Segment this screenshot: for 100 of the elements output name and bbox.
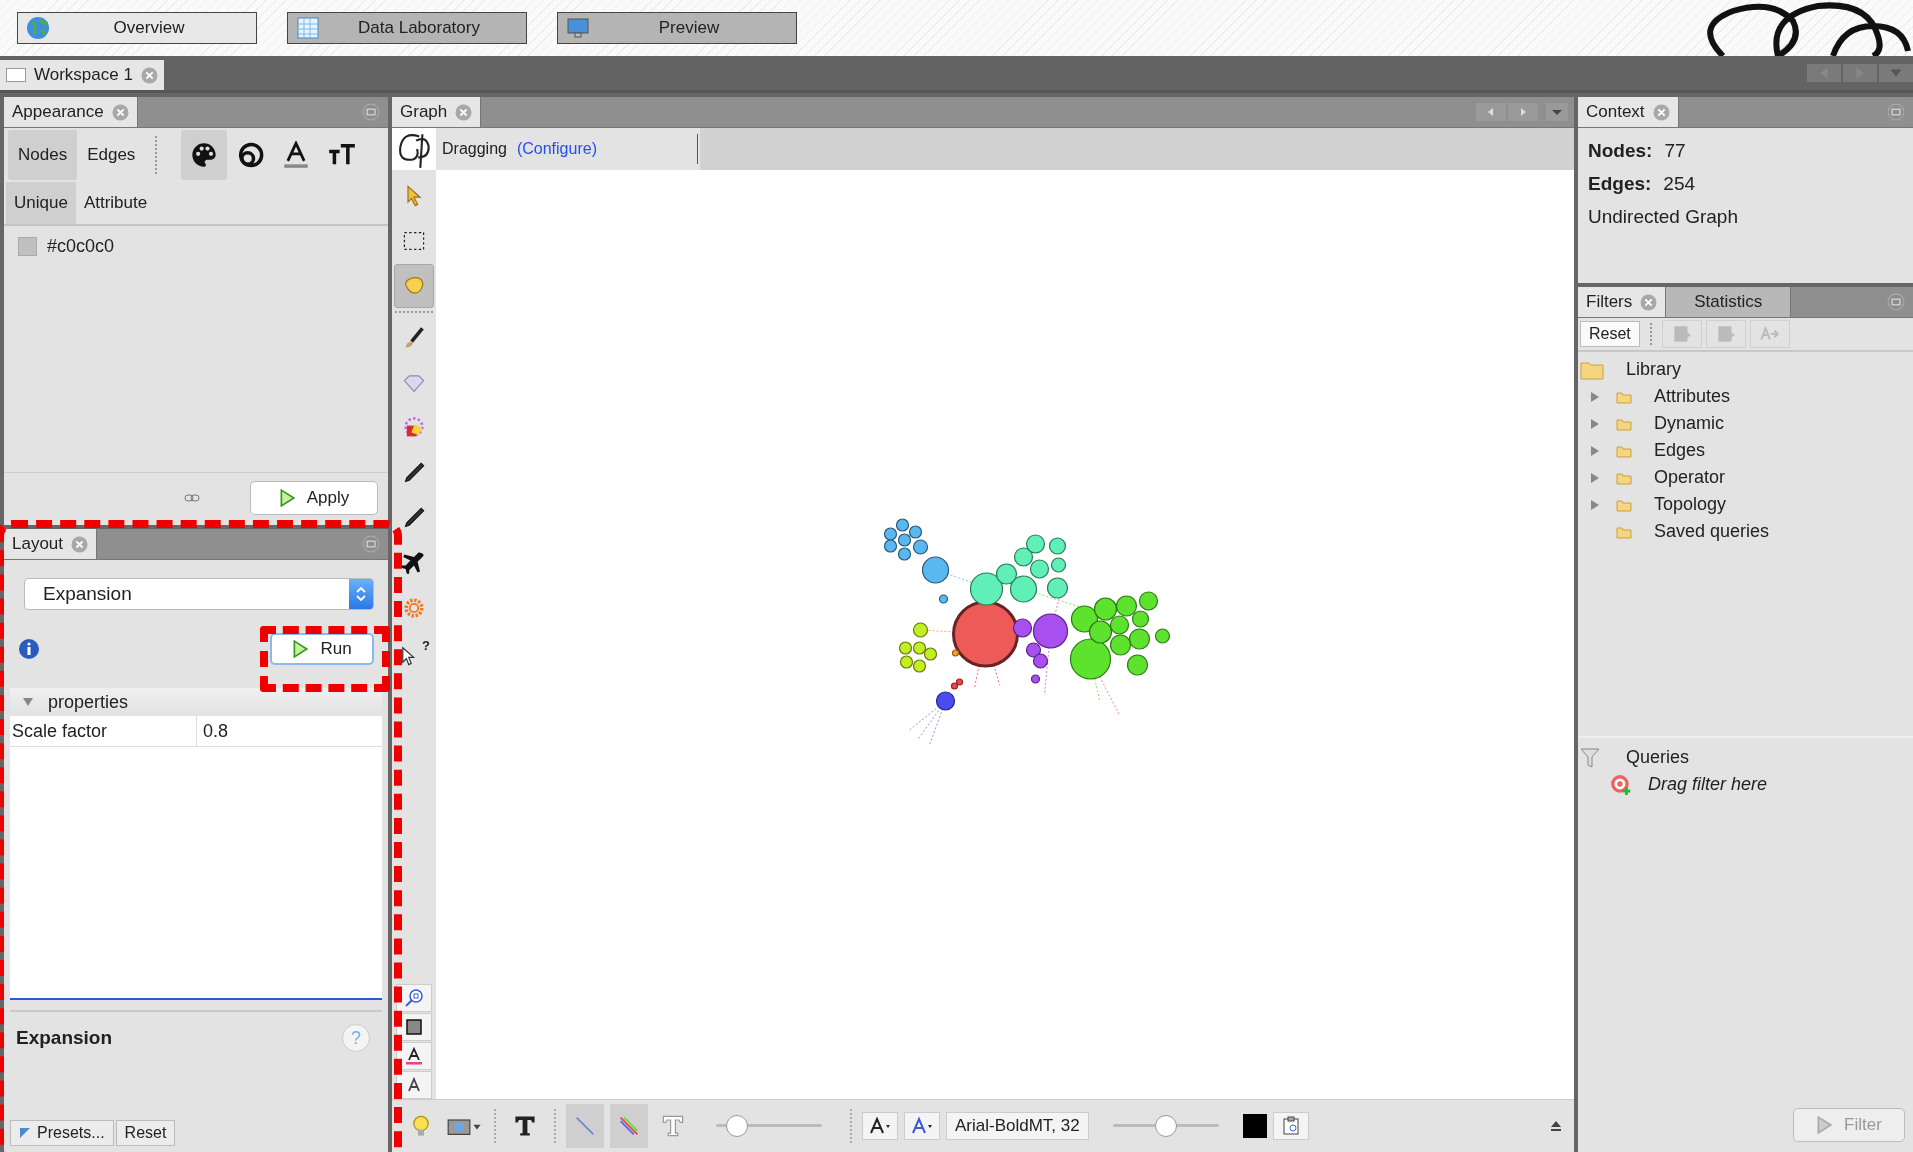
graph-node[interactable] (951, 649, 960, 657)
graph-node[interactable] (938, 594, 949, 604)
element-tab[interactable]: Nodes (8, 130, 78, 180)
property-value[interactable]: 0.8 (197, 716, 229, 746)
dropdown-icon[interactable] (1546, 103, 1568, 121)
perspective-button[interactable]: Data Laboratory (287, 12, 527, 44)
graph-node[interactable] (1046, 577, 1069, 599)
graph-node[interactable] (1050, 557, 1067, 573)
graph-node[interactable] (1025, 534, 1046, 554)
info-icon[interactable] (18, 638, 40, 660)
property-name: Scale factor (10, 716, 197, 746)
graph-node[interactable] (1093, 597, 1118, 621)
graph-node[interactable] (1128, 628, 1151, 650)
letter-underlined-icon (282, 141, 311, 169)
tree-item[interactable]: Topology (1654, 494, 1727, 515)
panel-tab[interactable]: Graph (392, 97, 482, 127)
font-selector[interactable]: Arial-BoldMT, 32 (946, 1112, 1089, 1140)
apply-button[interactable]: Apply (250, 481, 378, 515)
reset-button[interactable]: Reset (115, 1120, 176, 1146)
perspective-button[interactable]: Preview (557, 12, 797, 44)
graph-node[interactable] (1012, 618, 1033, 638)
reset-button[interactable]: Reset (1580, 321, 1640, 347)
graph-node[interactable] (1109, 615, 1130, 635)
graph-node[interactable] (1032, 653, 1049, 669)
graph-node[interactable] (1029, 559, 1050, 579)
graph-node[interactable] (1009, 575, 1038, 603)
font-decrease-button[interactable] (862, 1112, 898, 1140)
graph-node[interactable] (912, 622, 929, 638)
panel-tab[interactable]: Statistics (1666, 287, 1792, 317)
graph-node[interactable] (899, 655, 914, 669)
graph-node[interactable] (955, 678, 964, 686)
graph-node[interactable] (1154, 628, 1171, 644)
monitor-icon (566, 16, 590, 40)
graph-node[interactable] (1032, 613, 1069, 649)
workspace-tab[interactable]: Workspace 1 (0, 60, 164, 90)
panel-tab[interactable]: Context (1578, 97, 1679, 127)
tree-item[interactable]: Attributes (1654, 386, 1731, 407)
element-tab[interactable]: Edges (77, 130, 146, 180)
mode-tab[interactable]: Unique (6, 182, 76, 224)
graph-node[interactable] (969, 572, 1004, 606)
font-color-button[interactable] (904, 1112, 940, 1140)
stat-value: 254 (1663, 173, 1696, 195)
graph-node[interactable] (923, 647, 938, 661)
mode-tab[interactable]: Attribute (75, 182, 156, 224)
graph-node[interactable] (1069, 638, 1112, 680)
label-size-slider[interactable] (716, 1114, 822, 1138)
graph-node[interactable] (1126, 654, 1149, 676)
graph-node[interactable] (1131, 610, 1150, 628)
screenshot-settings-button[interactable] (1272, 1112, 1309, 1140)
expand-arrow-icon[interactable] (1590, 390, 1600, 403)
graph-node[interactable] (950, 682, 959, 690)
tree-item[interactable]: Dynamic (1654, 413, 1724, 434)
panel-tab[interactable]: Filters (1578, 287, 1667, 317)
algorithm-dropdown[interactable]: Expansion (24, 578, 374, 610)
expand-arrow-icon[interactable] (1590, 444, 1600, 457)
graph-node[interactable] (1115, 595, 1138, 617)
configure-link[interactable]: (Configure) (516, 140, 597, 158)
edge-scale-slider[interactable] (1112, 1114, 1219, 1138)
graph-node[interactable] (883, 527, 898, 541)
graph-node[interactable] (935, 691, 956, 711)
graph-node[interactable] (1013, 547, 1034, 567)
query-drop-area[interactable]: Drag filter here (1648, 774, 1768, 795)
graph-node[interactable] (895, 518, 910, 532)
presets-button[interactable]: Presets... (10, 1120, 114, 1146)
tree-item[interactable]: Saved queries (1654, 521, 1770, 542)
chain-icon[interactable] (184, 494, 200, 502)
graph-node[interactable] (921, 556, 950, 584)
graph-node[interactable] (912, 641, 927, 655)
graph-node[interactable] (897, 547, 912, 561)
stat-label: Edges: (1588, 173, 1652, 195)
graph-node[interactable] (1070, 605, 1099, 633)
expand-arrow-icon[interactable] (1590, 498, 1600, 511)
panel-tab[interactable]: Appearance (4, 97, 138, 127)
expand-arrow-icon[interactable] (1590, 471, 1600, 484)
color-swatch[interactable] (18, 237, 37, 256)
graph-node[interactable] (1025, 642, 1042, 658)
background-color-swatch[interactable] (1242, 1114, 1267, 1138)
expand-arrow-icon[interactable] (1590, 417, 1600, 430)
graph-node[interactable] (1138, 591, 1159, 611)
property-tab[interactable] (181, 130, 228, 180)
graph-node[interactable] (1048, 537, 1067, 555)
graph-node[interactable] (898, 641, 913, 655)
graph-node[interactable] (912, 659, 927, 673)
graph-node[interactable] (1030, 674, 1041, 684)
perspective-button[interactable]: Overview (17, 12, 257, 44)
graph-node[interactable] (897, 533, 912, 547)
tree-item[interactable]: Library (1626, 359, 1682, 380)
graph-node[interactable] (995, 563, 1018, 585)
panel-tab[interactable]: Layout (4, 529, 98, 559)
graph-node[interactable] (952, 600, 1019, 668)
tree-item[interactable]: Operator (1654, 467, 1726, 488)
graph-node[interactable] (1088, 620, 1113, 644)
graph-node[interactable] (908, 525, 923, 539)
graph-node[interactable] (912, 539, 929, 555)
line-icon (573, 1114, 597, 1138)
canvas-tool[interactable]: ? (394, 631, 434, 675)
run-button[interactable]: Run (270, 633, 374, 665)
graph-node[interactable] (1109, 634, 1132, 656)
tree-item[interactable]: Edges (1654, 440, 1706, 461)
graph-node[interactable] (883, 539, 898, 553)
